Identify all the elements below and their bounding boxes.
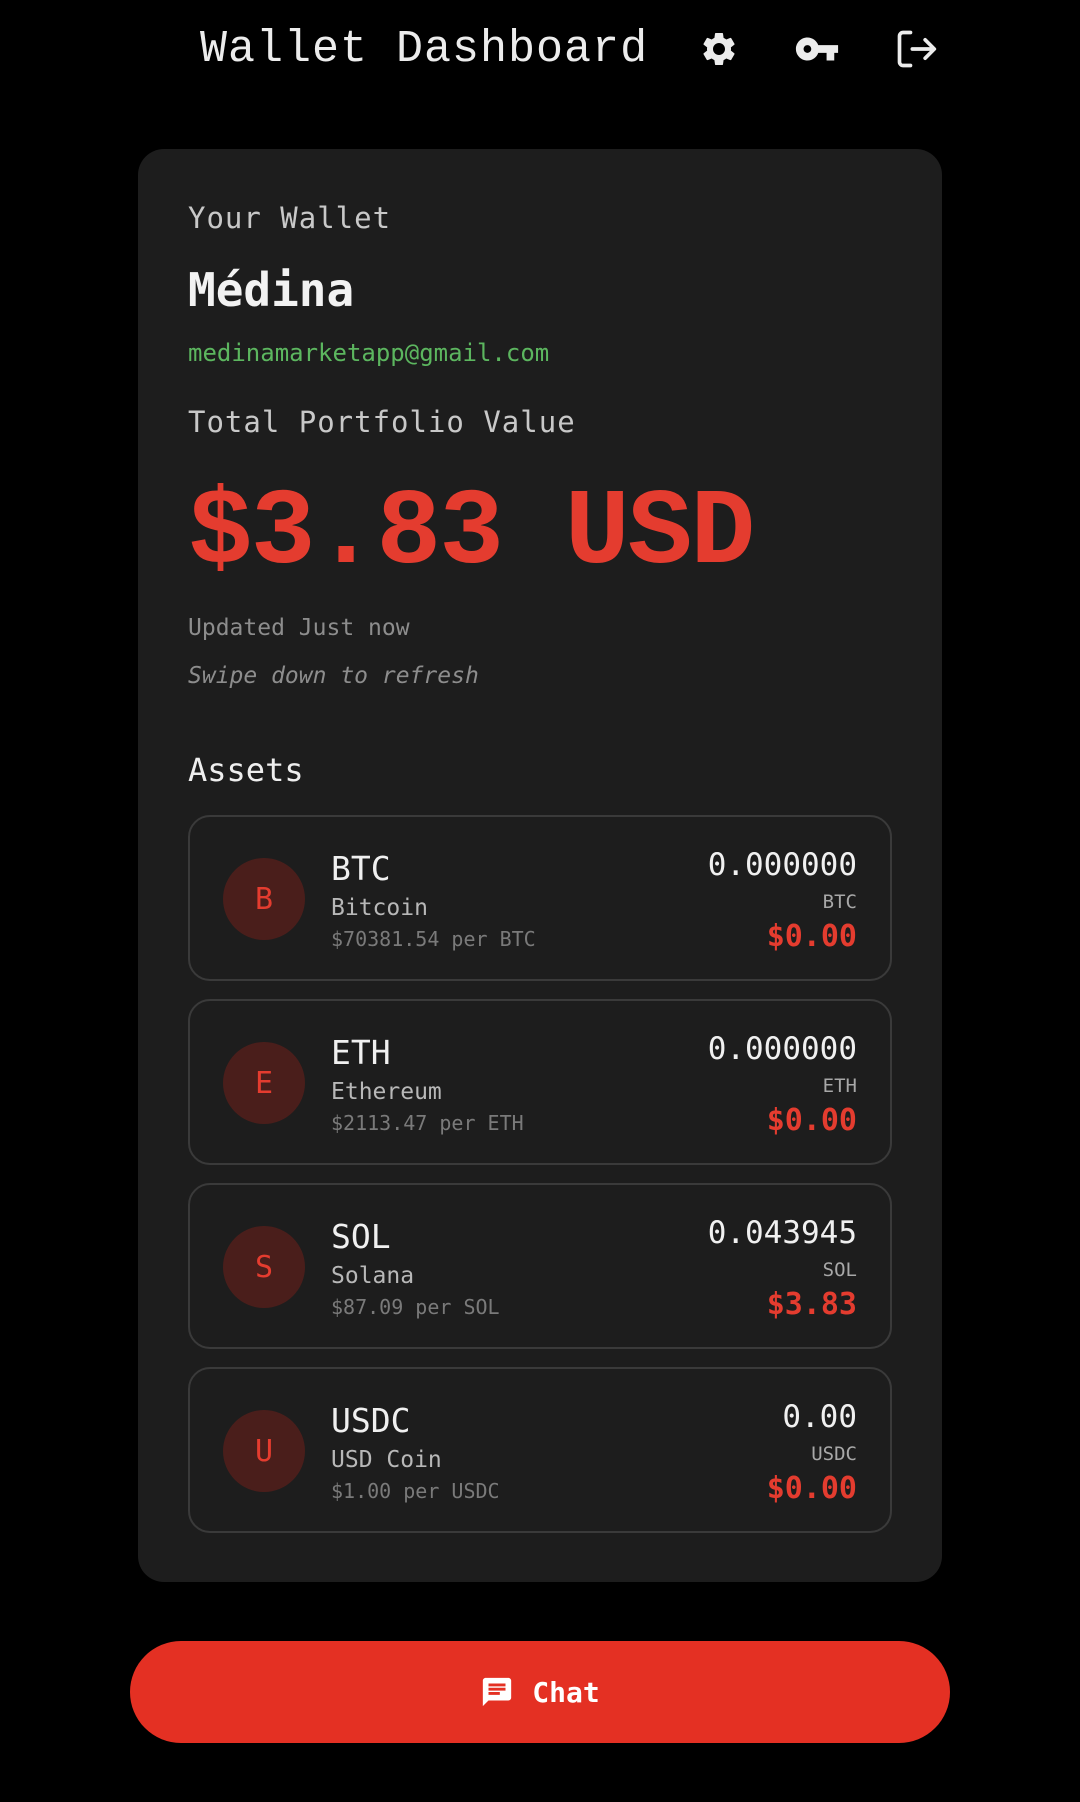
- wallet-owner-name: Médina: [188, 263, 355, 317]
- asset-usd-value: $0.00: [766, 1103, 857, 1138]
- key-icon: [795, 37, 839, 61]
- asset-usd-value: $0.00: [766, 1471, 857, 1506]
- asset-row-usdc[interactable]: U USDC USD Coin $1.00 per USDC 0.00 USDC…: [188, 1367, 892, 1533]
- asset-amount: 0.043945: [707, 1215, 857, 1251]
- asset-name: Ethereum: [331, 1079, 442, 1105]
- wallet-card: Your Wallet Médina medinamarketapp@gmail…: [138, 149, 942, 1582]
- gear-icon: [703, 32, 735, 65]
- asset-unit: USDC: [811, 1443, 857, 1465]
- updated-status: Updated Just now: [188, 615, 410, 641]
- asset-price: $2113.47 per ETH: [331, 1111, 524, 1135]
- asset-name: Bitcoin: [331, 895, 428, 921]
- asset-name: USD Coin: [331, 1447, 442, 1473]
- total-portfolio-value: $3.83 USD: [188, 473, 755, 595]
- wallet-email: medinamarketapp@gmail.com: [188, 339, 550, 367]
- asset-name: Solana: [331, 1263, 415, 1289]
- asset-symbol: ETH: [331, 1033, 391, 1072]
- swipe-refresh-hint: Swipe down to refresh: [188, 663, 479, 689]
- chat-button[interactable]: Chat: [130, 1641, 950, 1743]
- page-title: Wallet Dashboard: [200, 24, 649, 75]
- asset-avatar: U: [223, 1410, 305, 1492]
- chat-icon: [480, 1675, 514, 1709]
- asset-usd-value: $0.00: [766, 919, 857, 954]
- settings-button[interactable]: [696, 26, 742, 72]
- asset-symbol: BTC: [331, 849, 391, 888]
- asset-avatar: E: [223, 1042, 305, 1124]
- asset-row-sol[interactable]: S SOL Solana $87.09 per SOL 0.043945 SOL…: [188, 1183, 892, 1349]
- logout-button[interactable]: [893, 26, 939, 72]
- asset-price: $87.09 per SOL: [331, 1295, 500, 1319]
- asset-unit: ETH: [822, 1075, 857, 1097]
- asset-symbol: SOL: [331, 1217, 391, 1256]
- asset-row-btc[interactable]: B BTC Bitcoin $70381.54 per BTC 0.000000…: [188, 815, 892, 981]
- asset-amount: 0.00: [782, 1399, 857, 1435]
- asset-price: $70381.54 per BTC: [331, 927, 536, 951]
- asset-price: $1.00 per USDC: [331, 1479, 500, 1503]
- chat-label: Chat: [532, 1675, 600, 1709]
- asset-amount: 0.000000: [707, 847, 857, 883]
- asset-unit: BTC: [822, 891, 857, 913]
- asset-row-eth[interactable]: E ETH Ethereum $2113.47 per ETH 0.000000…: [188, 999, 892, 1165]
- app-header: Wallet Dashboard: [0, 0, 1080, 104]
- asset-amount: 0.000000: [707, 1031, 857, 1067]
- asset-list: B BTC Bitcoin $70381.54 per BTC 0.000000…: [188, 815, 892, 1551]
- assets-heading: Assets: [188, 751, 304, 789]
- asset-unit: SOL: [822, 1259, 857, 1281]
- wallet-label: Your Wallet: [188, 201, 392, 235]
- logout-icon: [897, 30, 937, 68]
- asset-avatar: S: [223, 1226, 305, 1308]
- asset-avatar: B: [223, 858, 305, 940]
- asset-symbol: USDC: [331, 1401, 411, 1440]
- asset-usd-value: $3.83: [766, 1287, 857, 1322]
- key-button[interactable]: [794, 26, 840, 72]
- total-portfolio-label: Total Portfolio Value: [188, 405, 576, 439]
